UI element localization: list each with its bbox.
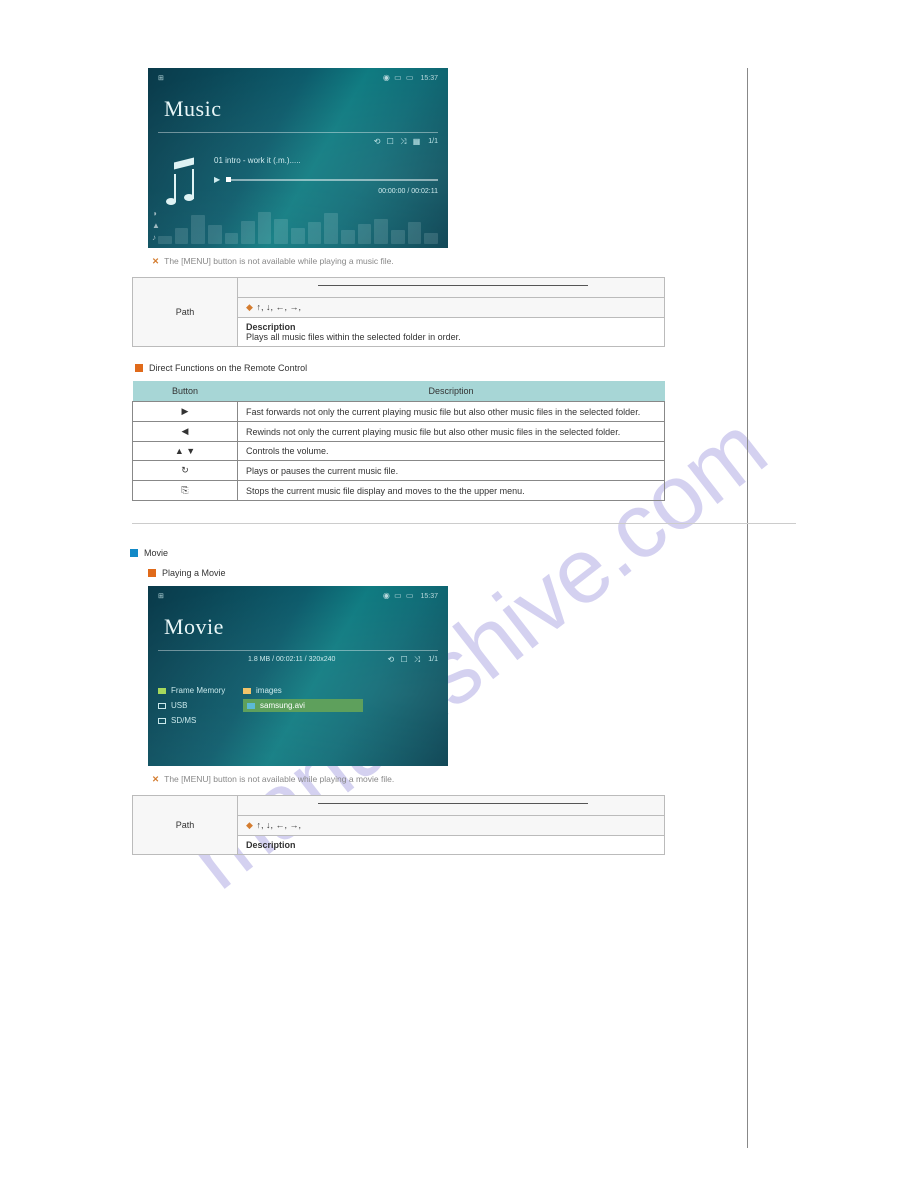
note-icon: ✕ <box>152 256 159 267</box>
desc-forward: Fast forwards not only the current playi… <box>238 402 665 422</box>
btn-playpause: ↻ <box>133 461 238 481</box>
section-divider <box>132 523 796 524</box>
folder-name: images <box>256 686 282 695</box>
remote-section-heading: Direct Functions on the Remote Control <box>135 363 798 373</box>
path-header: Path <box>133 278 238 347</box>
video-file-icon <box>247 703 255 709</box>
desc-stop: Stops the current music file display and… <box>238 481 665 501</box>
equalizer-graphic <box>158 208 438 244</box>
music-screen-title: Music <box>148 82 448 122</box>
manual-page: ⊞ ◉ ▭ ▭ 15:37 Music ⟲ ☐ ⤨ ▦ 1/1 01 intro… <box>0 0 918 895</box>
path-description: Description <box>238 836 665 855</box>
desc-rewind: Rewinds not only the current playing mus… <box>238 422 665 442</box>
btn-rewind: ◀ <box>133 422 238 442</box>
movie-note-text: The [MENU] button is not available while… <box>164 774 394 784</box>
play-indicator-icon: ▶ <box>214 175 220 184</box>
source-usb: USB <box>171 701 187 710</box>
orange-square-icon <box>148 569 156 577</box>
path-arrows: ◆ ↑, ↓, ←, →, <box>238 298 665 318</box>
note-icon: ✕ <box>152 774 159 785</box>
movie-browser-screenshot: ⊞ ◉ ▭ ▭ 15:37 Movie 1.8 MB / 00:02:11 / … <box>148 586 448 766</box>
signal-icon: ⊞ <box>158 593 164 600</box>
file-list: images samsung.avi <box>243 686 436 712</box>
sd-icon <box>158 718 166 724</box>
usb-icon <box>158 703 166 709</box>
track-title: 01 intro - work it (.m.)..... <box>214 156 438 165</box>
music-note-icon <box>166 160 204 205</box>
music-toolbar: ⟲ ☐ ⤨ ▦ 1/1 <box>158 132 438 148</box>
orange-square-icon <box>135 364 143 372</box>
btn-stop: ⎘ <box>133 481 238 501</box>
movie-path-table: Path ◆ ↑, ↓, ←, →, Description <box>132 795 665 855</box>
movie-counter: 1/1 <box>428 656 438 663</box>
source-sd: SD/MS <box>171 716 196 725</box>
source-frame-memory: Frame Memory <box>171 686 225 695</box>
folder-icon <box>243 688 251 694</box>
col-description: Description <box>238 381 665 402</box>
desc-playpause: Plays or pauses the current music file. <box>238 461 665 481</box>
progress-bar <box>226 179 438 181</box>
blue-square-icon <box>130 549 138 557</box>
status-icons: ◉ ▭ ▭ <box>383 592 415 600</box>
path-value-row <box>238 278 665 298</box>
selected-file-row: samsung.avi <box>243 699 363 712</box>
file-name: samsung.avi <box>260 701 305 710</box>
file-info: 1.8 MB / 00:02:11 / 320x240 <box>248 656 335 663</box>
source-list: Frame Memory USB SD/MS <box>158 686 225 731</box>
movie-info-bar: 1.8 MB / 00:02:11 / 320x240 ⟲ ☐ ⤨ 1/1 <box>158 650 438 666</box>
playback-time: 00:00:00 / 00:02:11 <box>214 188 438 195</box>
path-arrows: ◆ ↑, ↓, ←, →, <box>238 816 665 836</box>
path-header: Path <box>133 796 238 855</box>
col-button: Button <box>133 381 238 402</box>
music-player-screenshot: ⊞ ◉ ▭ ▭ 15:37 Music ⟲ ☐ ⤨ ▦ 1/1 01 intro… <box>148 68 448 248</box>
signal-icon: ⊞ <box>158 75 164 82</box>
status-icons: ◉ ▭ ▭ <box>383 74 415 82</box>
music-note-text: The [MENU] button is not available while… <box>164 256 394 266</box>
side-nav-icons: ◑▲♪ <box>152 209 160 242</box>
btn-volume: ▲ ▼ <box>133 442 238 461</box>
movie-status-bar: ⊞ ◉ ▭ ▭ 15:37 <box>148 586 448 600</box>
music-status-bar: ⊞ ◉ ▭ ▭ 15:37 <box>148 68 448 82</box>
toolbar-icons: ⟲ ☐ ⤨ ▦ <box>374 137 423 147</box>
play-movie-subheading: Playing a Movie <box>148 568 798 578</box>
desc-volume: Controls the volume. <box>238 442 665 461</box>
movie-screen-title: Movie <box>148 600 448 640</box>
btn-forward: ▶ <box>133 402 238 422</box>
path-description: Description Plays all music files within… <box>238 318 665 347</box>
status-clock: 15:37 <box>420 75 438 82</box>
toolbar-icons: ⟲ ☐ ⤨ <box>388 655 423 665</box>
music-path-table: Path ◆ ↑, ↓, ←, →, Description Plays all… <box>132 277 665 347</box>
remote-functions-table: Button Description ▶Fast forwards not on… <box>132 381 665 501</box>
music-counter: 1/1 <box>428 138 438 145</box>
movie-heading: Movie <box>130 548 798 558</box>
frame-memory-icon <box>158 688 166 694</box>
path-value-row <box>238 796 665 816</box>
status-clock: 15:37 <box>420 593 438 600</box>
